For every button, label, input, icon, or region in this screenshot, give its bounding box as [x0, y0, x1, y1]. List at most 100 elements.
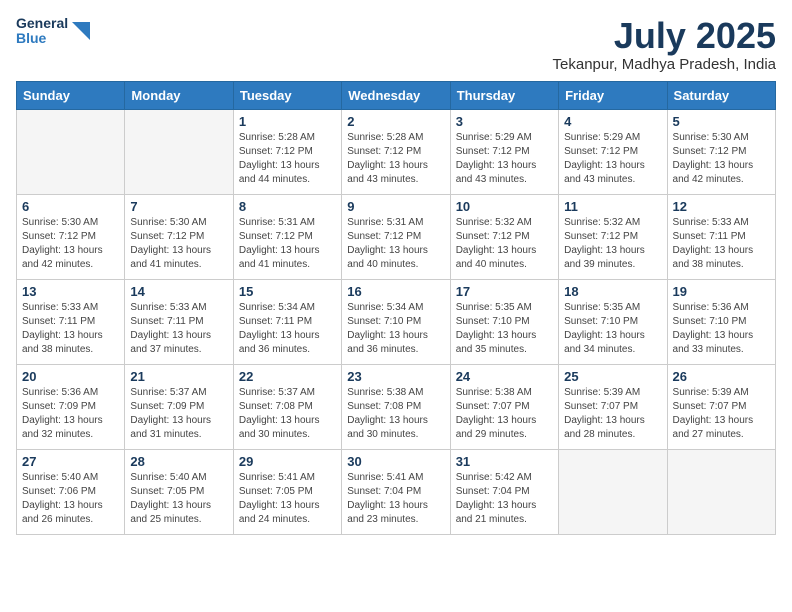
day-detail: Sunrise: 5:37 AM Sunset: 7:08 PM Dayligh…: [239, 386, 336, 442]
day-detail: Sunrise: 5:34 AM Sunset: 7:11 PM Dayligh…: [239, 301, 336, 357]
logo-blue: Blue: [16, 31, 68, 46]
day-detail: Sunrise: 5:31 AM Sunset: 7:12 PM Dayligh…: [347, 216, 444, 272]
location: Tekanpur, Madhya Pradesh, India: [553, 56, 776, 73]
calendar-cell: 27 Sunrise: 5:40 AM Sunset: 7:06 PM Dayli…: [17, 449, 125, 534]
day-number: 1: [239, 114, 336, 129]
day-number: 28: [130, 454, 227, 469]
day-detail: Sunrise: 5:28 AM Sunset: 7:12 PM Dayligh…: [239, 131, 336, 187]
calendar-cell: 1 Sunrise: 5:28 AM Sunset: 7:12 PM Daylig…: [233, 109, 341, 194]
day-number: 30: [347, 454, 444, 469]
day-detail: Sunrise: 5:34 AM Sunset: 7:10 PM Dayligh…: [347, 301, 444, 357]
week-row-5: 27 Sunrise: 5:40 AM Sunset: 7:06 PM Dayli…: [17, 449, 776, 534]
calendar-cell: [125, 109, 233, 194]
day-number: 25: [564, 369, 661, 384]
day-number: 21: [130, 369, 227, 384]
calendar-cell: 13Sunrise: 5:33 AM Sunset: 7:11 PM Dayli…: [17, 279, 125, 364]
calendar-cell: 11Sunrise: 5:32 AM Sunset: 7:12 PM Dayli…: [559, 194, 667, 279]
day-number: 8: [239, 199, 336, 214]
day-number: 27: [22, 454, 119, 469]
day-detail: Sunrise: 5:39 AM Sunset: 7:07 PM Dayligh…: [564, 386, 661, 442]
col-header-wednesday: Wednesday: [342, 81, 450, 109]
day-detail: Sunrise: 5:36 AM Sunset: 7:10 PM Dayligh…: [673, 301, 770, 357]
day-number: 19: [673, 284, 770, 299]
calendar-cell: 9 Sunrise: 5:31 AM Sunset: 7:12 PM Daylig…: [342, 194, 450, 279]
day-number: 5: [673, 114, 770, 129]
week-row-1: 1 Sunrise: 5:28 AM Sunset: 7:12 PM Daylig…: [17, 109, 776, 194]
logo-general: General: [16, 16, 68, 31]
calendar-cell: 14Sunrise: 5:33 AM Sunset: 7:11 PM Dayli…: [125, 279, 233, 364]
day-number: 10: [456, 199, 553, 214]
calendar-cell: 10 Sunrise: 5:32 AM Sunset: 7:12 PM Dayli…: [450, 194, 558, 279]
week-row-3: 13Sunrise: 5:33 AM Sunset: 7:11 PM Dayli…: [17, 279, 776, 364]
month-title: July 2025: [553, 16, 776, 56]
calendar-cell: 31 Sunrise: 5:42 AM Sunset: 7:04 PM Dayli…: [450, 449, 558, 534]
calendar-cell: 26 Sunrise: 5:39 AM Sunset: 7:07 PM Dayli…: [667, 364, 775, 449]
day-number: 6: [22, 199, 119, 214]
day-number: 2: [347, 114, 444, 129]
calendar-cell: 29 Sunrise: 5:41 AM Sunset: 7:05 PM Dayli…: [233, 449, 341, 534]
day-number: 15: [239, 284, 336, 299]
day-number: 31: [456, 454, 553, 469]
day-number: 9: [347, 199, 444, 214]
day-number: 22: [239, 369, 336, 384]
calendar-cell: 17Sunrise: 5:35 AM Sunset: 7:10 PM Dayli…: [450, 279, 558, 364]
calendar-cell: [667, 449, 775, 534]
day-detail: Sunrise: 5:38 AM Sunset: 7:08 PM Dayligh…: [347, 386, 444, 442]
col-header-tuesday: Tuesday: [233, 81, 341, 109]
calendar-cell: 20Sunrise: 5:36 AM Sunset: 7:09 PM Dayli…: [17, 364, 125, 449]
day-number: 12: [673, 199, 770, 214]
day-detail: Sunrise: 5:38 AM Sunset: 7:07 PM Dayligh…: [456, 386, 553, 442]
col-header-thursday: Thursday: [450, 81, 558, 109]
day-detail: Sunrise: 5:40 AM Sunset: 7:05 PM Dayligh…: [130, 471, 227, 527]
day-detail: Sunrise: 5:32 AM Sunset: 7:12 PM Dayligh…: [564, 216, 661, 272]
calendar-cell: 4Sunrise: 5:29 AM Sunset: 7:12 PM Daylig…: [559, 109, 667, 194]
day-detail: Sunrise: 5:39 AM Sunset: 7:07 PM Dayligh…: [673, 386, 770, 442]
calendar-cell: 21 Sunrise: 5:37 AM Sunset: 7:09 PM Dayli…: [125, 364, 233, 449]
col-header-saturday: Saturday: [667, 81, 775, 109]
page-header: GeneralBlue July 2025 Tekanpur, Madhya P…: [16, 16, 776, 73]
week-row-2: 6Sunrise: 5:30 AM Sunset: 7:12 PM Daylig…: [17, 194, 776, 279]
day-detail: Sunrise: 5:41 AM Sunset: 7:04 PM Dayligh…: [347, 471, 444, 527]
day-detail: Sunrise: 5:29 AM Sunset: 7:12 PM Dayligh…: [564, 131, 661, 187]
calendar-cell: 2 Sunrise: 5:28 AM Sunset: 7:12 PM Daylig…: [342, 109, 450, 194]
col-header-friday: Friday: [559, 81, 667, 109]
calendar-cell: 30 Sunrise: 5:41 AM Sunset: 7:04 PM Dayli…: [342, 449, 450, 534]
calendar-table: SundayMondayTuesdayWednesdayThursdayFrid…: [16, 81, 776, 535]
day-detail: Sunrise: 5:35 AM Sunset: 7:10 PM Dayligh…: [564, 301, 661, 357]
day-number: 18: [564, 284, 661, 299]
calendar-cell: [17, 109, 125, 194]
col-header-sunday: Sunday: [17, 81, 125, 109]
calendar-cell: 22 Sunrise: 5:37 AM Sunset: 7:08 PM Dayli…: [233, 364, 341, 449]
calendar-cell: 12 Sunrise: 5:33 AM Sunset: 7:11 PM Dayli…: [667, 194, 775, 279]
calendar-cell: 8 Sunrise: 5:31 AM Sunset: 7:12 PM Daylig…: [233, 194, 341, 279]
day-detail: Sunrise: 5:42 AM Sunset: 7:04 PM Dayligh…: [456, 471, 553, 527]
day-detail: Sunrise: 5:33 AM Sunset: 7:11 PM Dayligh…: [673, 216, 770, 272]
day-detail: Sunrise: 5:31 AM Sunset: 7:12 PM Dayligh…: [239, 216, 336, 272]
day-number: 7: [130, 199, 227, 214]
day-detail: Sunrise: 5:28 AM Sunset: 7:12 PM Dayligh…: [347, 131, 444, 187]
calendar-cell: 15 Sunrise: 5:34 AM Sunset: 7:11 PM Dayli…: [233, 279, 341, 364]
day-detail: Sunrise: 5:37 AM Sunset: 7:09 PM Dayligh…: [130, 386, 227, 442]
day-number: 17: [456, 284, 553, 299]
day-number: 29: [239, 454, 336, 469]
calendar-cell: 7Sunrise: 5:30 AM Sunset: 7:12 PM Daylig…: [125, 194, 233, 279]
day-number: 14: [130, 284, 227, 299]
day-detail: Sunrise: 5:40 AM Sunset: 7:06 PM Dayligh…: [22, 471, 119, 527]
title-block: July 2025 Tekanpur, Madhya Pradesh, Indi…: [553, 16, 776, 73]
day-number: 3: [456, 114, 553, 129]
calendar-cell: 6Sunrise: 5:30 AM Sunset: 7:12 PM Daylig…: [17, 194, 125, 279]
calendar-cell: [559, 449, 667, 534]
calendar-cell: 25 Sunrise: 5:39 AM Sunset: 7:07 PM Dayli…: [559, 364, 667, 449]
day-number: 20: [22, 369, 119, 384]
col-header-monday: Monday: [125, 81, 233, 109]
week-row-4: 20Sunrise: 5:36 AM Sunset: 7:09 PM Dayli…: [17, 364, 776, 449]
calendar-cell: 19 Sunrise: 5:36 AM Sunset: 7:10 PM Dayli…: [667, 279, 775, 364]
day-detail: Sunrise: 5:33 AM Sunset: 7:11 PM Dayligh…: [22, 301, 119, 357]
day-detail: Sunrise: 5:41 AM Sunset: 7:05 PM Dayligh…: [239, 471, 336, 527]
day-number: 26: [673, 369, 770, 384]
calendar-cell: 16Sunrise: 5:34 AM Sunset: 7:10 PM Dayli…: [342, 279, 450, 364]
calendar-header-row: SundayMondayTuesdayWednesdayThursdayFrid…: [17, 81, 776, 109]
calendar-cell: 23Sunrise: 5:38 AM Sunset: 7:08 PM Dayli…: [342, 364, 450, 449]
day-detail: Sunrise: 5:32 AM Sunset: 7:12 PM Dayligh…: [456, 216, 553, 272]
day-detail: Sunrise: 5:30 AM Sunset: 7:12 PM Dayligh…: [673, 131, 770, 187]
